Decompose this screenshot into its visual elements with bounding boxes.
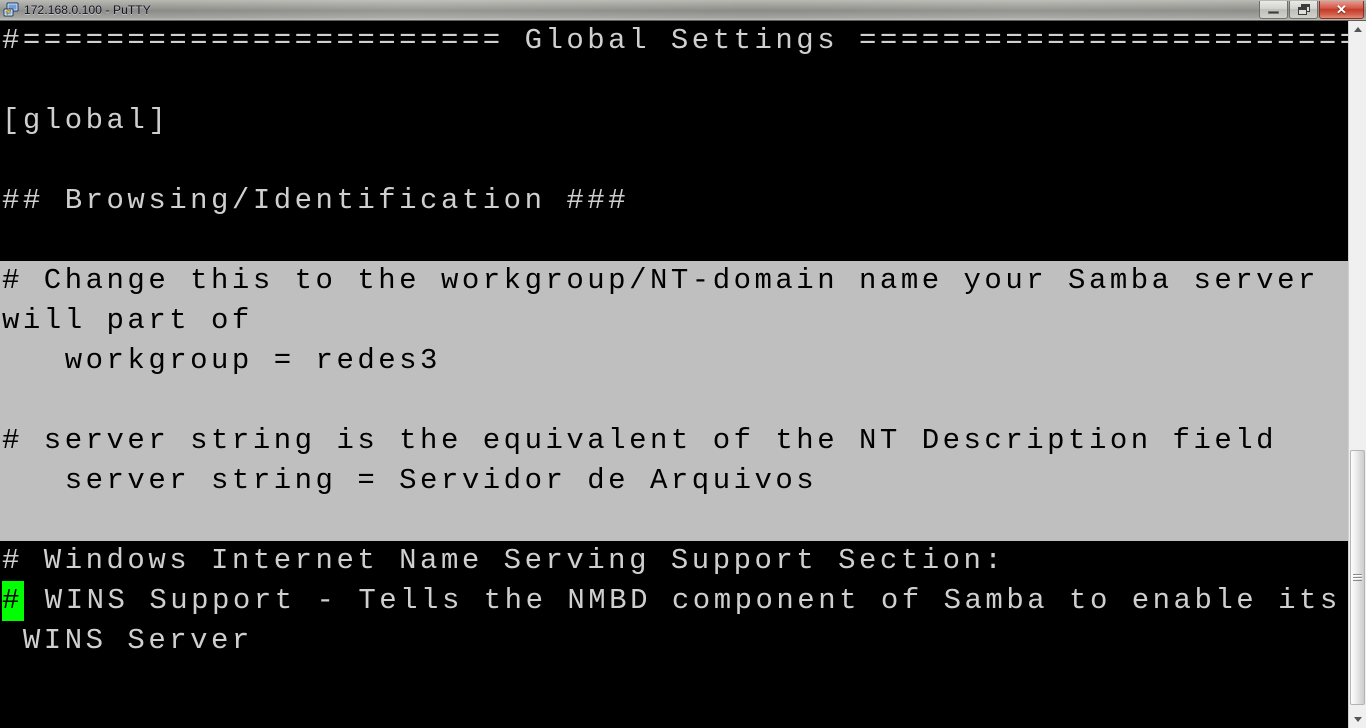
- terminal-line-text: will part of: [2, 304, 253, 337]
- terminal-line: [0, 381, 1348, 421]
- terminal-line-text: workgroup = redes3: [2, 344, 441, 377]
- terminal-line: # WINS Support - Tells the NMBD componen…: [0, 581, 1348, 621]
- close-button[interactable]: ✕: [1319, 1, 1364, 19]
- terminal-scrollbar[interactable]: [1348, 21, 1366, 728]
- terminal-line-text: # server string is the equivalent of the…: [2, 424, 1278, 457]
- restore-button[interactable]: [1289, 1, 1318, 19]
- terminal-line: [global]: [0, 101, 1348, 141]
- terminal-line: # Change this to the workgroup/NT-domain…: [0, 261, 1348, 301]
- window-title-text: 172.168.0.100 - PuTTY: [24, 3, 151, 17]
- scrollbar-grip-icon: [1353, 574, 1362, 581]
- terminal-line-text: # Change this to the workgroup/NT-domain…: [2, 264, 1319, 297]
- terminal-line: server string = Servidor de Arquivos: [0, 461, 1348, 501]
- terminal-line: [0, 501, 1348, 541]
- scroll-up-arrow[interactable]: [1349, 21, 1366, 38]
- restore-icon: [1297, 4, 1310, 15]
- minimize-icon: [1268, 11, 1279, 14]
- window-controls: ✕: [1258, 1, 1364, 19]
- terminal-line: # Windows Internet Name Serving Support …: [0, 541, 1348, 581]
- terminal-line-text: [global]: [2, 104, 170, 137]
- terminal-line-text: server string = Servidor de Arquivos: [2, 464, 818, 497]
- terminal-cursor: #: [2, 581, 24, 621]
- terminal-line-text: # Windows Internet Name Serving Support …: [2, 544, 1006, 577]
- minimize-button[interactable]: [1259, 1, 1288, 19]
- terminal-line-text: WINS Server: [2, 624, 253, 657]
- terminal-text-area: #======================= Global Settings…: [0, 21, 1348, 661]
- terminal-line: ## Browsing/Identification ###: [0, 181, 1348, 221]
- terminal-line-text: ## Browsing/Identification ###: [2, 184, 630, 217]
- terminal-line: WINS Server: [0, 621, 1348, 661]
- scroll-down-arrow[interactable]: [1349, 711, 1366, 728]
- scrollbar-thumb[interactable]: [1350, 450, 1365, 705]
- scrollbar-track[interactable]: [1349, 38, 1366, 711]
- putty-app-icon: [3, 2, 19, 17]
- terminal-screen[interactable]: #======================= Global Settings…: [0, 21, 1348, 728]
- close-icon: ✕: [1336, 2, 1347, 17]
- putty-window: 172.168.0.100 - PuTTY ✕ #===============…: [0, 0, 1366, 728]
- window-titlebar[interactable]: 172.168.0.100 - PuTTY ✕: [0, 0, 1366, 21]
- terminal-line: #======================= Global Settings…: [0, 21, 1348, 61]
- terminal-line: workgroup = redes3: [0, 341, 1348, 381]
- terminal-line: will part of: [0, 301, 1348, 341]
- terminal-line: # server string is the equivalent of the…: [0, 421, 1348, 461]
- terminal-line-text: #======================= Global Settings…: [2, 24, 1348, 57]
- terminal-line-text: WINS Support - Tells the NMBD component …: [23, 584, 1341, 617]
